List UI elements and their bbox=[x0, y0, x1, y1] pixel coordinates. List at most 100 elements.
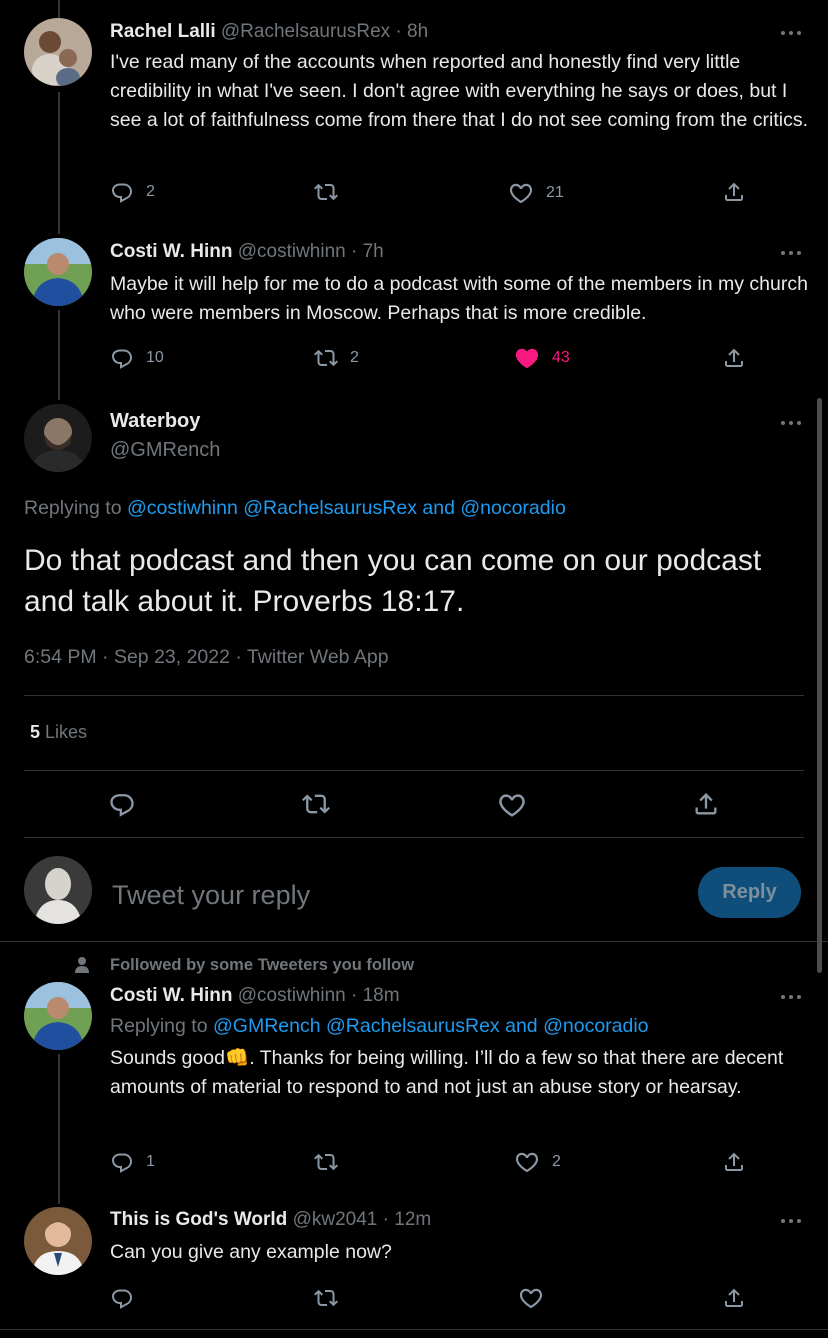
handle[interactable]: @GMRench bbox=[110, 439, 220, 462]
share-icon bbox=[722, 346, 746, 370]
handle[interactable]: @costiwhinn bbox=[238, 985, 346, 1006]
tweet-header: This is God's World @kw2041 · 12m bbox=[110, 1208, 431, 1232]
heart-icon bbox=[514, 1149, 540, 1175]
mention-and[interactable]: and bbox=[505, 1015, 538, 1037]
likes-count: 5 bbox=[30, 722, 41, 742]
handle[interactable]: @costiwhinn bbox=[238, 241, 346, 262]
mention-link[interactable]: @RachelsaurusRex bbox=[326, 1015, 500, 1037]
retweet-icon bbox=[314, 180, 338, 204]
like-button[interactable]: 43 bbox=[514, 345, 570, 371]
mention-link[interactable]: @nocoradio bbox=[543, 1015, 648, 1037]
likes-stat[interactable]: 5 Likes bbox=[30, 722, 87, 743]
display-name[interactable]: This is God's World bbox=[110, 1209, 287, 1230]
share-button[interactable] bbox=[722, 1150, 746, 1174]
mention-link[interactable]: @RachelsaurusRex bbox=[243, 497, 417, 519]
avatar[interactable] bbox=[24, 1207, 92, 1275]
divider bbox=[24, 770, 804, 771]
main-tweet-text: Do that podcast and then you can come on… bbox=[24, 544, 762, 618]
display-name[interactable]: Rachel Lalli bbox=[110, 21, 216, 42]
reply-icon bbox=[110, 1286, 134, 1310]
like-button[interactable] bbox=[518, 1285, 544, 1311]
reply-icon bbox=[108, 790, 136, 818]
handle[interactable]: @RachelsaurusRex bbox=[221, 21, 390, 42]
tweet-header: Rachel Lalli @RachelsaurusRex · 8h bbox=[110, 20, 428, 44]
retweet-button[interactable] bbox=[314, 1150, 338, 1174]
retweet-count: 2 bbox=[350, 349, 359, 366]
more-icon[interactable] bbox=[780, 992, 802, 1002]
tweet-text: I've read many of the accounts when repo… bbox=[110, 51, 808, 131]
reply-button[interactable]: 2 bbox=[110, 180, 155, 204]
tweet-timestamp[interactable]: 6:54 PM · Sep 23, 2022 · Twitter Web App bbox=[24, 646, 389, 669]
reply-icon bbox=[110, 180, 134, 204]
mention-and[interactable]: and bbox=[422, 497, 455, 519]
timestamp[interactable]: · 18m bbox=[351, 985, 400, 1006]
reply-button[interactable]: 10 bbox=[110, 346, 164, 370]
heart-filled-icon bbox=[514, 345, 540, 371]
like-count: 2 bbox=[552, 1153, 561, 1170]
tweet-header: Costi W. Hinn @costiwhinn · 7h bbox=[110, 240, 384, 264]
avatar[interactable] bbox=[24, 18, 92, 86]
display-name[interactable]: Waterboy bbox=[110, 410, 200, 433]
person-icon bbox=[75, 957, 89, 973]
timestamp[interactable]: · 7h bbox=[351, 241, 384, 262]
reply-count: 2 bbox=[146, 183, 155, 200]
more-icon[interactable] bbox=[780, 418, 802, 428]
divider bbox=[0, 941, 828, 942]
reply-icon bbox=[110, 346, 134, 370]
display-name[interactable]: Costi W. Hinn bbox=[110, 985, 232, 1006]
like-count: 43 bbox=[552, 349, 570, 366]
avatar[interactable] bbox=[24, 404, 92, 472]
reply-button[interactable] bbox=[110, 1286, 134, 1310]
likes-label: Likes bbox=[45, 722, 88, 742]
heart-icon bbox=[518, 1285, 544, 1311]
thread-line-4 bbox=[58, 1054, 60, 1204]
thread-line-1 bbox=[58, 0, 60, 20]
retweet-button[interactable] bbox=[302, 790, 330, 818]
reply-input[interactable]: Tweet your reply bbox=[112, 879, 310, 911]
heart-icon bbox=[497, 790, 527, 820]
my-avatar[interactable] bbox=[24, 856, 92, 924]
like-button[interactable]: 21 bbox=[508, 180, 564, 206]
like-count: 21 bbox=[546, 184, 564, 201]
tweet-text: Can you give any example now? bbox=[110, 1241, 392, 1263]
retweet-icon bbox=[314, 1150, 338, 1174]
reply-count: 1 bbox=[146, 1153, 155, 1170]
timestamp[interactable]: · 8h bbox=[395, 21, 428, 42]
tweet-text: Sounds good👊. Thanks for being willing. … bbox=[110, 1044, 810, 1102]
thread-line-2 bbox=[58, 92, 60, 234]
replying-to: Replying to @costiwhinn @RachelsaurusRex… bbox=[24, 497, 566, 520]
share-icon bbox=[722, 180, 746, 204]
display-name[interactable]: Costi W. Hinn bbox=[110, 241, 232, 262]
reply-button[interactable]: 1 bbox=[110, 1150, 155, 1174]
timestamp[interactable]: · 12m bbox=[383, 1209, 432, 1230]
divider bbox=[24, 695, 804, 696]
tweet-header: Costi W. Hinn @costiwhinn · 18m bbox=[110, 984, 400, 1008]
more-icon[interactable] bbox=[780, 28, 802, 38]
avatar[interactable] bbox=[24, 238, 92, 306]
retweet-button[interactable] bbox=[314, 1286, 338, 1310]
reply-submit-button[interactable]: Reply bbox=[698, 867, 801, 918]
replying-to: Replying to @GMRench @RachelsaurusRex an… bbox=[110, 1015, 649, 1038]
retweet-button[interactable] bbox=[314, 180, 338, 204]
avatar[interactable] bbox=[24, 982, 92, 1050]
share-button[interactable] bbox=[722, 1286, 746, 1310]
share-button[interactable] bbox=[722, 346, 746, 370]
reply-button[interactable] bbox=[108, 790, 136, 818]
mention-link[interactable]: @nocoradio bbox=[460, 497, 565, 519]
like-button[interactable]: 2 bbox=[514, 1149, 561, 1175]
heart-icon bbox=[508, 180, 534, 206]
tweet-text-part: Sounds good bbox=[110, 1047, 225, 1069]
share-button[interactable] bbox=[692, 790, 720, 818]
thread-line-3 bbox=[58, 310, 60, 400]
retweet-icon bbox=[302, 790, 330, 818]
mention-link[interactable]: @costiwhinn bbox=[127, 497, 238, 519]
more-icon[interactable] bbox=[780, 248, 802, 258]
more-icon[interactable] bbox=[780, 1216, 802, 1226]
like-button[interactable] bbox=[497, 790, 527, 820]
share-button[interactable] bbox=[722, 180, 746, 204]
divider bbox=[24, 837, 804, 838]
scrollbar-thumb[interactable] bbox=[817, 398, 822, 973]
mention-link[interactable]: @GMRench bbox=[213, 1015, 321, 1037]
retweet-button[interactable]: 2 bbox=[314, 346, 359, 370]
handle[interactable]: @kw2041 bbox=[293, 1209, 378, 1230]
